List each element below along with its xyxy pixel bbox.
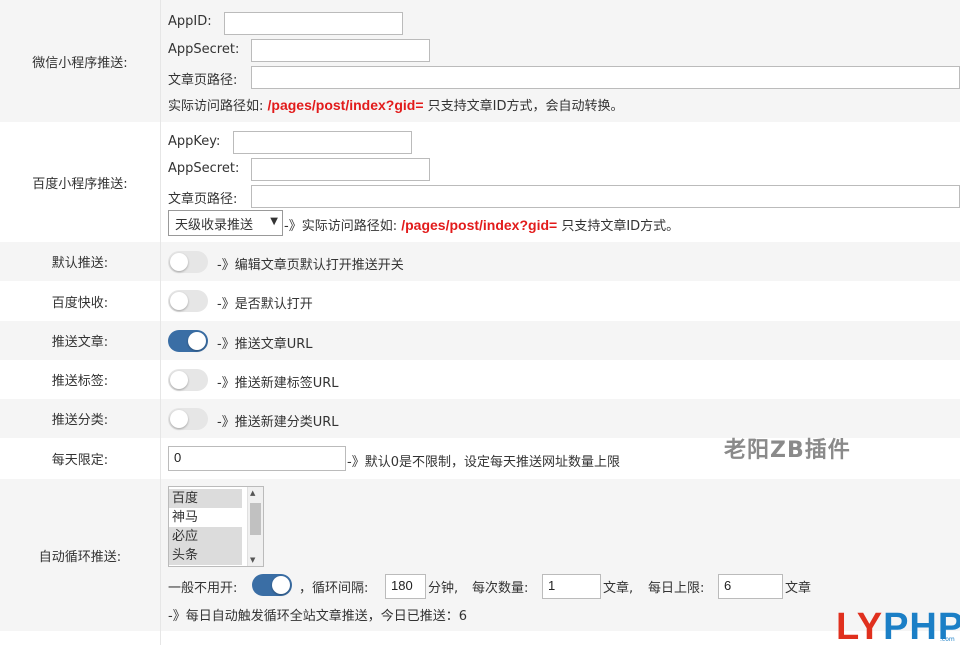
toggle-knob: [170, 292, 188, 310]
baidu-appkey-input[interactable]: [233, 131, 412, 154]
interval-unit: 分钟,: [428, 581, 459, 596]
push-article-toggle[interactable]: [168, 330, 208, 352]
divider: [160, 631, 161, 645]
push-category-toggle[interactable]: [168, 408, 208, 430]
toggle-label: 默认推送:: [51, 256, 109, 271]
engine-listbox[interactable]: 百度 神马 必应 头条 ▲ ▼: [168, 486, 264, 567]
engine-option[interactable]: 必应: [169, 527, 242, 546]
wechat-section: 微信小程序推送: AppID: AppSecret: 文章页路径: 实际访问路径…: [0, 0, 960, 122]
appkey-label: AppKey:: [168, 134, 221, 149]
toggle-row: 百度快收: -》是否默认打开: [0, 281, 960, 321]
push-tag-toggle[interactable]: [168, 369, 208, 391]
toggle-desc: -》编辑文章页默认打开推送开关: [217, 258, 404, 273]
baidu-hint: -》实际访问路径如: /pages/post/index?gid= 只支持文章I…: [284, 215, 679, 234]
toggle-row: 默认推送: -》编辑文章页默认打开推送开关: [0, 242, 960, 281]
hint-path: /pages/post/index?gid=: [401, 217, 558, 233]
baidu-section: 百度小程序推送: AppKey: AppSecret: 文章页路径: 天级收录推…: [0, 122, 960, 242]
interval-input[interactable]: 180: [385, 574, 426, 599]
logo-part1: LY: [836, 606, 884, 648]
wechat-appid-input[interactable]: [224, 12, 403, 35]
scroll-down-icon[interactable]: ▼: [250, 556, 255, 564]
chevron-down-icon: ▼: [270, 216, 278, 227]
scrollbar-thumb[interactable]: [250, 503, 261, 535]
divider: [160, 281, 161, 321]
toggle-desc: -》推送新建分类URL: [217, 415, 339, 430]
toggle-label: 百度快收:: [51, 295, 109, 311]
divider: [160, 122, 161, 242]
toggle-desc: -》推送文章URL: [217, 337, 313, 352]
listbox-scrollbar[interactable]: ▲ ▼: [247, 487, 263, 566]
scroll-up-icon[interactable]: ▲: [250, 489, 255, 497]
divider: [160, 242, 161, 281]
toggle-knob: [170, 253, 188, 271]
appsecret-label: AppSecret:: [168, 42, 240, 57]
wechat-appsecret-input[interactable]: [251, 39, 430, 62]
engine-option[interactable]: 百度: [169, 489, 242, 508]
path-label: 文章页路径:: [168, 192, 238, 207]
auto-loop-footer: -》每日自动触发循环全站文章推送，今日已推送：6: [168, 609, 467, 624]
daily-cap-label: 每日上限:: [648, 581, 705, 596]
toggle-row: 推送标签: -》推送新建标签URL: [0, 360, 960, 399]
hint-suffix: 只支持文章ID方式。: [561, 219, 680, 234]
baidu-fast-toggle[interactable]: [168, 290, 208, 312]
toggle-knob: [188, 332, 206, 350]
toggle-row: 推送文章: -》推送文章URL: [0, 321, 960, 360]
divider: [160, 438, 161, 479]
toggle-knob: [272, 576, 290, 594]
auto-loop-label: 自动循环推送:: [38, 549, 122, 565]
toggle-label: 推送文章:: [51, 335, 109, 350]
baidu-appsecret-input[interactable]: [251, 158, 430, 181]
engine-option[interactable]: 神马: [169, 508, 242, 527]
daily-limit-label: 每天限定:: [51, 453, 109, 468]
hint-prefix: -》实际访问路径如:: [284, 219, 398, 234]
divider: [160, 0, 161, 122]
baidu-label: 百度小程序推送:: [32, 176, 128, 192]
appsecret-label: AppSecret:: [168, 161, 240, 176]
push-type-select[interactable]: 天级收录推送 ▼: [168, 210, 283, 236]
path-label: 文章页路径:: [168, 73, 238, 88]
divider: [160, 360, 161, 399]
batch-input[interactable]: 1: [542, 574, 601, 599]
divider: [160, 479, 161, 631]
hint-prefix: 实际访问路径如:: [168, 99, 264, 114]
bottom-area: [0, 631, 960, 645]
wechat-hint: 实际访问路径如: /pages/post/index?gid= 只支持文章ID方…: [168, 95, 624, 114]
wechat-path-input[interactable]: [251, 66, 960, 89]
divider: [160, 321, 161, 360]
daily-limit-input[interactable]: 0: [168, 446, 346, 471]
daily-limit-desc: -》默认0是不限制，设定每天推送网址数量上限: [347, 455, 620, 470]
enable-label: 一般不用开:: [168, 581, 238, 596]
engine-option[interactable]: 头条: [169, 546, 242, 565]
hint-suffix: 只支持文章ID方式，会自动转换。: [427, 99, 624, 114]
baidu-path-input[interactable]: [251, 185, 960, 208]
wechat-label: 微信小程序推送:: [32, 55, 128, 71]
toggle-label: 推送分类:: [51, 413, 109, 428]
default-push-toggle[interactable]: [168, 251, 208, 273]
appid-label: AppID:: [168, 14, 212, 29]
toggle-label: 推送标签:: [51, 374, 109, 389]
toggle-desc: -》推送新建标签URL: [217, 376, 339, 391]
divider: [160, 399, 161, 438]
watermark-text: 老阳ZB插件: [724, 438, 851, 463]
auto-loop-row: 自动循环推送: 百度 神马 必应 头条 ▲ ▼ 一般不用开: ，循环间隔: 18…: [0, 479, 960, 631]
toggle-desc: -》是否默认打开: [217, 297, 313, 312]
push-type-value: 天级收录推送: [175, 218, 254, 233]
toggle-knob: [170, 410, 188, 428]
daily-cap-input[interactable]: 6: [718, 574, 783, 599]
hint-path: /pages/post/index?gid=: [267, 97, 424, 113]
logo-sub: .com: [940, 636, 955, 643]
toggle-knob: [170, 371, 188, 389]
batch-label: 每次数量:: [472, 581, 529, 596]
interval-label: ，循环间隔:: [299, 581, 369, 596]
batch-unit: 文章,: [603, 581, 634, 596]
daily-cap-unit: 文章: [785, 581, 812, 596]
auto-loop-toggle[interactable]: [252, 574, 292, 596]
